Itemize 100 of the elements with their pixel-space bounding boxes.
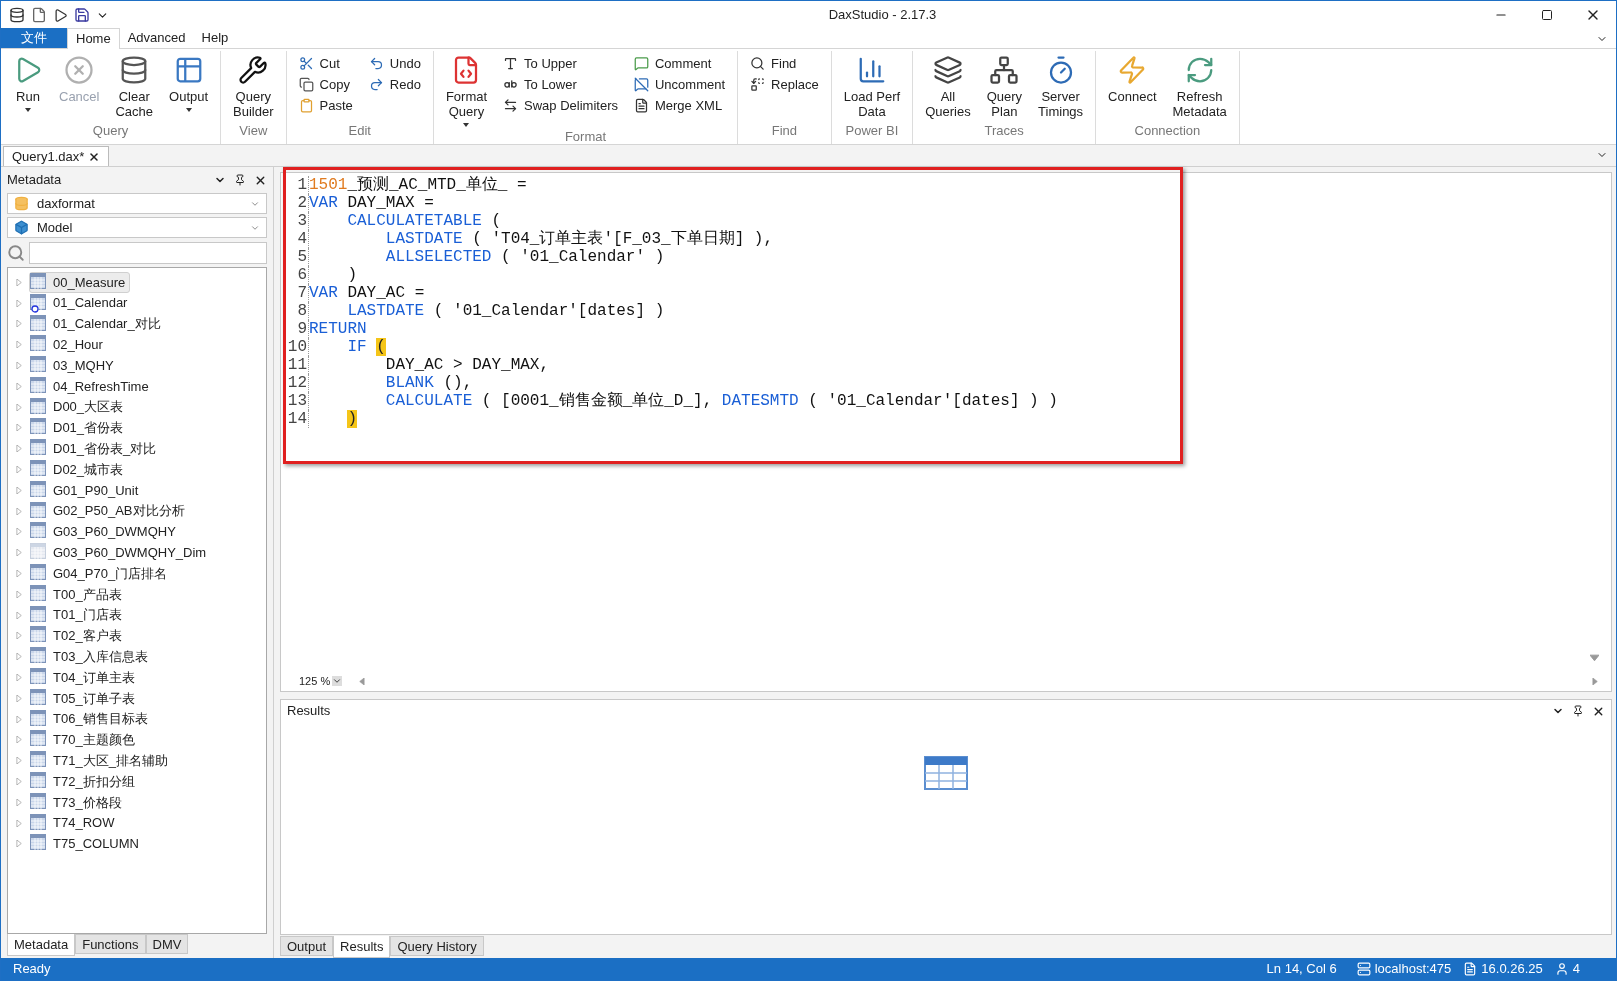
panel-tab[interactable]: Metadata: [7, 934, 76, 956]
expand-icon[interactable]: [16, 819, 23, 827]
pin-icon[interactable]: [234, 174, 246, 186]
database-dropdown[interactable]: daxformat: [7, 193, 267, 214]
tree-item[interactable]: D02_城市表: [16, 459, 266, 480]
ribbon-button[interactable]: Connect: [1102, 51, 1163, 121]
panel-tab[interactable]: DMV: [145, 934, 189, 954]
expand-icon[interactable]: [16, 798, 23, 806]
search-field[interactable]: [29, 242, 267, 264]
expand-icon[interactable]: [16, 341, 23, 349]
tree-item[interactable]: T71_大区_排名辅助: [16, 750, 266, 772]
ribbon-button[interactable]: Query Builder: [227, 51, 280, 121]
ribbon-button[interactable]: To Upper: [503, 53, 618, 74]
save-icon[interactable]: [74, 7, 90, 23]
scroll-down-icon[interactable]: [1590, 654, 1599, 663]
expand-icon[interactable]: [16, 590, 23, 598]
ribbon-button[interactable]: Replace: [750, 74, 819, 95]
expand-icon[interactable]: [16, 424, 23, 432]
panel-tab[interactable]: Output: [280, 936, 334, 956]
file-tab[interactable]: 文件: [1, 28, 67, 48]
expand-icon[interactable]: [16, 570, 23, 578]
ribbon-tab[interactable]: Help: [193, 27, 237, 48]
expand-icon[interactable]: [16, 278, 23, 286]
ribbon-button[interactable]: Server Timings: [1032, 51, 1090, 121]
panel-tab[interactable]: Functions: [75, 934, 146, 954]
ribbon-button[interactable]: Comment: [633, 53, 726, 74]
ribbon-button[interactable]: Refresh Metadata: [1166, 51, 1233, 121]
panel-tab[interactable]: Results: [333, 936, 391, 958]
ribbon-button[interactable]: Copy: [298, 74, 353, 95]
panel-tab[interactable]: Query History: [390, 936, 484, 956]
expand-icon[interactable]: [16, 736, 23, 744]
run-icon[interactable]: [53, 7, 68, 23]
tree-item[interactable]: 01_Calendar: [16, 292, 266, 314]
ribbon-button[interactable]: Run: [7, 51, 49, 121]
tree-item[interactable]: G03_P60_DWMQHY_Dim: [16, 542, 266, 564]
ribbon-button[interactable]: To Lower: [503, 74, 618, 95]
ribbon-button[interactable]: Find: [750, 53, 819, 74]
expand-icon[interactable]: [16, 362, 23, 370]
tree-item[interactable]: T70_主题颜色: [16, 729, 266, 751]
expand-icon[interactable]: [16, 466, 23, 474]
ribbon-button[interactable]: Uncomment: [633, 74, 726, 95]
tree-item[interactable]: T73_价格段: [16, 791, 266, 813]
expand-icon[interactable]: [16, 528, 23, 536]
expand-icon[interactable]: [16, 445, 23, 453]
expand-icon[interactable]: [16, 778, 23, 785]
expand-icon[interactable]: [16, 674, 23, 682]
new-file-icon[interactable]: [31, 7, 47, 23]
ribbon-button[interactable]: Redo: [368, 74, 421, 95]
ribbon-button[interactable]: Swap Delimiters: [503, 95, 618, 116]
tree-item[interactable]: 04_RefreshTime: [16, 376, 266, 397]
ribbon-tab[interactable]: Home: [67, 28, 120, 49]
model-dropdown[interactable]: Model: [7, 217, 267, 238]
tree-item[interactable]: T05_订单子表: [16, 687, 266, 709]
scroll-left-icon[interactable]: [358, 677, 366, 685]
ribbon-button[interactable]: Cut: [298, 53, 353, 74]
expand-icon[interactable]: [16, 611, 23, 619]
ribbon-button[interactable]: Clear Cache: [109, 51, 160, 121]
ribbon-button[interactable]: All Queries: [919, 51, 977, 121]
close-icon[interactable]: [88, 150, 101, 163]
expand-icon[interactable]: [16, 486, 23, 494]
ribbon-button[interactable]: Query Plan: [980, 51, 1029, 121]
expand-icon[interactable]: [16, 840, 23, 848]
expand-icon[interactable]: [16, 632, 23, 640]
zoom-level[interactable]: 125 %: [299, 672, 331, 690]
ribbon-tab[interactable]: Advanced: [119, 27, 194, 48]
document-tab[interactable]: Query1.dax*: [3, 146, 110, 166]
expand-icon[interactable]: [16, 403, 23, 411]
tree-item[interactable]: 02_Hour: [16, 334, 266, 356]
scroll-right-icon[interactable]: [1592, 677, 1599, 685]
ribbon-button[interactable]: Merge XML: [633, 95, 726, 116]
ribbon-button[interactable]: Paste: [298, 95, 353, 116]
tree-item[interactable]: T01_门店表: [16, 604, 266, 626]
ribbon-button[interactable]: Undo: [368, 53, 421, 74]
tree-item[interactable]: T02_客户表: [16, 625, 266, 647]
tree-item[interactable]: 00_Measure: [16, 272, 266, 293]
tree-item[interactable]: G03_P60_DWMQHY: [16, 521, 266, 543]
tree-item[interactable]: G01_P90_Unit: [16, 479, 266, 501]
tree-item[interactable]: T06_销售目标表: [16, 708, 266, 730]
tree-item[interactable]: T03_入库信息表: [16, 646, 266, 668]
tree-item[interactable]: T04_订单主表: [16, 667, 266, 688]
ribbon-button[interactable]: Format Query: [439, 51, 494, 127]
ribbon-button[interactable]: Output: [163, 51, 215, 121]
expand-icon[interactable]: [16, 507, 23, 515]
tree-item[interactable]: T74_ROW: [16, 812, 266, 834]
pin-icon[interactable]: [1572, 705, 1584, 717]
expand-icon[interactable]: [16, 382, 23, 390]
tree-item[interactable]: D01_省份表_对比: [16, 438, 266, 460]
tree-item[interactable]: T00_产品表: [16, 583, 266, 605]
ribbon-button[interactable]: Load Perf Data: [837, 51, 907, 121]
tree-item[interactable]: G04_P70_门店排名: [16, 563, 266, 584]
tree-item[interactable]: D00_大区表: [16, 396, 266, 418]
expand-icon[interactable]: [16, 299, 23, 307]
tree-item[interactable]: T72_折扣分组: [16, 771, 266, 792]
expand-icon[interactable]: [16, 320, 23, 328]
expand-icon[interactable]: [16, 549, 23, 557]
caret-icon[interactable]: [332, 676, 343, 686]
tree-item[interactable]: G02_P50_AB对比分析: [16, 500, 266, 522]
tree-item[interactable]: T75_COLUMN: [16, 833, 266, 855]
tree-item[interactable]: D01_省份表: [16, 417, 266, 439]
expand-icon[interactable]: [16, 757, 23, 765]
